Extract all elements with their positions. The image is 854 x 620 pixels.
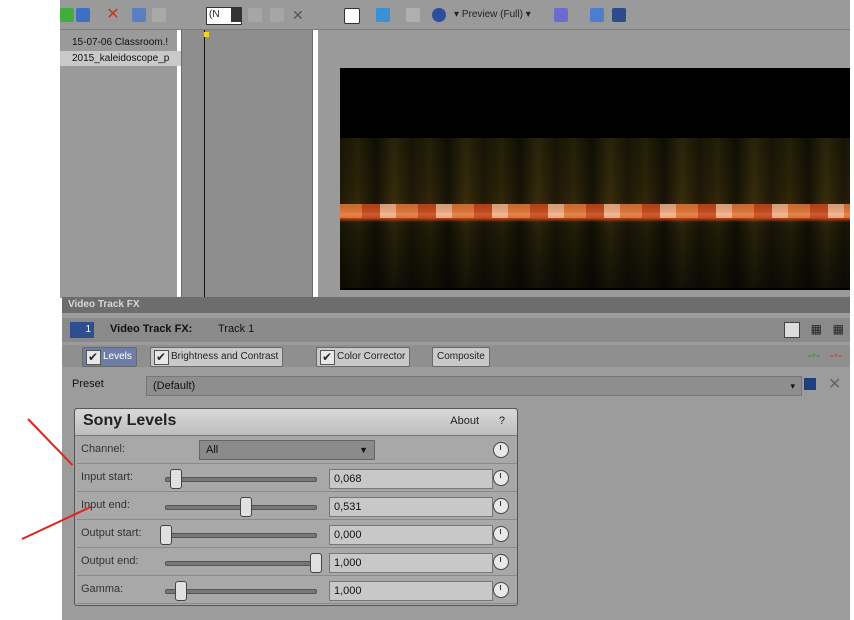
help-button[interactable]: ?	[499, 415, 505, 427]
video-fx-icon[interactable]	[344, 8, 360, 24]
chain-item-color-corrector[interactable]: Color Corrector	[316, 347, 411, 367]
preset-dropdown[interactable]: (Default) ▾	[146, 376, 802, 396]
slider-track[interactable]	[165, 533, 317, 538]
monitor-icon[interactable]	[376, 8, 390, 22]
close-icon[interactable]: ✕	[292, 8, 306, 22]
slider-track[interactable]	[165, 477, 317, 482]
channel-row: Channel: All ▼	[77, 437, 517, 464]
trimmer-dropdown[interactable]: (N	[206, 7, 242, 25]
media-file-item[interactable]: 2015_kaleidoscope_p	[60, 51, 189, 66]
slider-thumb[interactable]	[310, 553, 322, 573]
chevron-down-icon: ▾	[790, 381, 795, 391]
edit-tool-icon[interactable]	[270, 8, 284, 22]
preset-label: Preset	[72, 378, 104, 390]
keyframe-clock-icon[interactable]	[493, 470, 509, 486]
delete-icon[interactable]: ✕	[106, 7, 120, 23]
keyframe-clock-icon[interactable]	[493, 442, 509, 458]
param-row: Gamma: 1,000	[77, 577, 517, 604]
save-snapshot-icon[interactable]	[612, 8, 626, 22]
fx-header-label: Video Track FX:	[110, 323, 193, 335]
fx-header: 1 Video Track FX: Track 1 ▦ ▦	[62, 318, 850, 342]
chain-item-brightness-contrast[interactable]: Brightness and Contrast	[150, 347, 284, 367]
keyframe-clock-icon[interactable]	[493, 526, 509, 542]
copy-snapshot-icon[interactable]	[590, 8, 604, 22]
grid-icon[interactable]	[554, 8, 568, 22]
slider-thumb[interactable]	[160, 525, 172, 545]
slider-thumb[interactable]	[175, 581, 187, 601]
about-button[interactable]: About	[450, 415, 479, 427]
preset-row: Preset (Default) ▾ ✕	[62, 374, 850, 396]
plugin-title: Sony Levels	[83, 412, 177, 429]
param-label: Gamma:	[81, 583, 124, 595]
trimmer-pane	[181, 30, 313, 298]
slider-thumb[interactable]	[170, 469, 183, 489]
param-label: Output end:	[81, 555, 139, 567]
keyframe-clock-icon[interactable]	[493, 582, 509, 598]
track-icon: 1	[70, 322, 94, 338]
chain-item-levels[interactable]: Levels	[82, 347, 137, 367]
slider-thumb[interactable]	[239, 497, 252, 517]
param-value-field[interactable]: 1,000	[329, 553, 493, 573]
chevron-down-icon: ▼	[359, 445, 368, 455]
param-row: Input start: 0,068	[77, 465, 517, 492]
two-column-view-icon[interactable]: ▦	[811, 322, 822, 336]
param-label: Input start:	[81, 471, 133, 483]
main-toolbar: ✕ (N ✕ ▾ Preview (Full) ▾	[60, 0, 850, 30]
channel-label: Channel:	[81, 443, 126, 455]
three-column-view-icon[interactable]: ▦	[833, 322, 844, 336]
slider-track[interactable]	[165, 561, 317, 566]
fx-window-title: Video Track FX	[62, 297, 850, 313]
search-icon[interactable]	[76, 8, 90, 22]
preview-image	[340, 138, 850, 288]
param-value-field[interactable]: 0,531	[329, 497, 493, 517]
param-value-field[interactable]: 0,068	[329, 469, 493, 489]
project-media-pane: 15-07-06 Classroom.! 2015_kaleidoscope_p	[60, 30, 189, 298]
preview-quality-dropdown[interactable]: ▾ Preview (Full) ▾	[454, 9, 531, 20]
remove-plugin-icon[interactable]: -◦-	[830, 348, 842, 362]
checkbox-icon[interactable]	[320, 348, 335, 366]
preview-frame	[340, 68, 850, 290]
param-row: Output end: 1,000	[77, 549, 517, 576]
properties-icon[interactable]	[132, 8, 146, 22]
channel-dropdown[interactable]: All ▼	[199, 440, 375, 460]
preview-quality-icon[interactable]	[432, 8, 446, 22]
param-value-field[interactable]: 1,000	[329, 581, 493, 601]
in-marker-icon	[204, 32, 209, 37]
param-label: Output start:	[81, 527, 142, 539]
checkbox-icon[interactable]	[86, 348, 101, 366]
connect-icon[interactable]	[152, 8, 166, 22]
add-plugin-icon[interactable]: -◦-	[808, 348, 820, 362]
slider-track[interactable]	[165, 589, 317, 594]
param-value-field[interactable]: 0,000	[329, 525, 493, 545]
checkbox-icon[interactable]	[154, 348, 169, 366]
split-icon[interactable]	[406, 8, 420, 22]
trim-tool-icon[interactable]	[248, 8, 262, 22]
sony-levels-panel: Sony Levels About ? Channel: All ▼ Input …	[74, 408, 518, 606]
delete-preset-icon[interactable]: ✕	[828, 374, 841, 394]
trimmer-cursor	[204, 30, 205, 298]
param-label: Input end:	[81, 499, 130, 511]
param-row: Input end: 0,531	[77, 493, 517, 520]
media-file-item[interactable]: 15-07-06 Classroom.!	[60, 35, 168, 50]
refresh-icon[interactable]	[60, 8, 74, 22]
chain-item-composite[interactable]: Composite	[432, 347, 490, 367]
plugin-chain: Levels Brightness and Contrast Color Cor…	[62, 345, 850, 367]
single-view-icon[interactable]	[784, 322, 800, 338]
keyframe-clock-icon[interactable]	[493, 554, 509, 570]
panel-header: Sony Levels About ?	[75, 409, 517, 436]
keyframe-clock-icon[interactable]	[493, 498, 509, 514]
fx-header-target: Track 1	[218, 323, 255, 335]
param-row: Output start: 0,000	[77, 521, 517, 548]
save-preset-icon[interactable]	[804, 378, 816, 390]
